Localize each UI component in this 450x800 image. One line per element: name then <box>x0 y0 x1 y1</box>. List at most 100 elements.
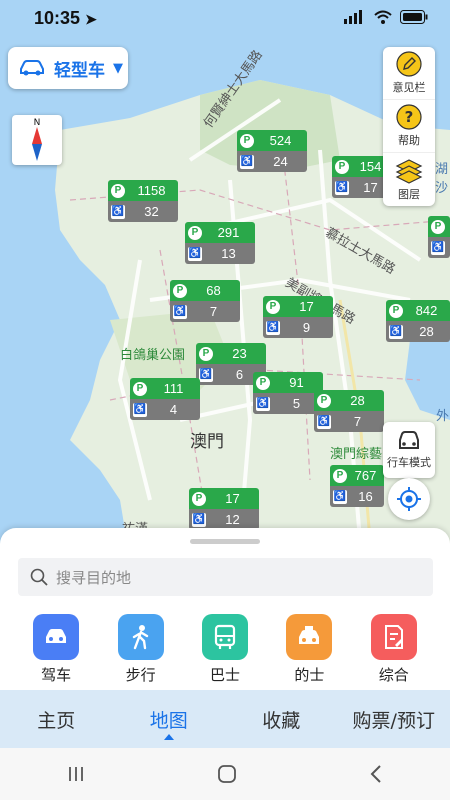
accessible-spaces: 7 <box>353 414 362 429</box>
mode-drive[interactable]: 驾车 <box>26 614 86 685</box>
park-label: 白鴿巢公園 <box>120 348 186 363</box>
parking-spaces: 111 <box>163 381 184 396</box>
accessible-spaces: 9 <box>302 320 311 335</box>
accessible-spaces: 12 <box>225 512 240 527</box>
parking-marker[interactable]: P 68 ♿ 7 <box>170 280 240 322</box>
accessible-icon: ♿ <box>240 154 254 169</box>
parking-marker[interactable]: P 291 ♿ 13 <box>185 222 255 264</box>
parking-spaces: 91 <box>289 375 304 390</box>
parking-icon: P <box>111 183 125 198</box>
parking-icon: P <box>389 303 403 318</box>
layers-button[interactable]: 图层 <box>383 153 435 206</box>
accessible-icon: ♿ <box>256 396 270 411</box>
mode-walk[interactable]: 步行 <box>111 614 171 685</box>
car-icon <box>20 60 44 76</box>
locate-button[interactable] <box>388 478 430 520</box>
recent-apps-icon[interactable] <box>66 765 86 783</box>
chevron-down-icon: ▼ <box>113 60 123 76</box>
help-button[interactable]: ? 帮助 <box>383 100 435 153</box>
car-front-icon <box>399 431 419 449</box>
accessible-spaces: 7 <box>209 304 218 319</box>
back-icon[interactable] <box>368 764 384 784</box>
parking-marker[interactable]: P 17 ♿ 9 <box>263 296 333 338</box>
parking-spaces: 1158 <box>137 183 166 198</box>
parking-icon: P <box>431 219 445 234</box>
parking-marker[interactable]: P 767 ♿ 16 <box>330 465 384 507</box>
tab-home[interactable]: 主页 <box>0 690 113 748</box>
tab-tickets[interactable]: 购票/预订 <box>338 690 450 748</box>
location-arrow-icon: ➤ <box>85 11 97 27</box>
mode-bus[interactable]: 巴士 <box>195 614 255 685</box>
parking-marker[interactable]: P 111 ♿ 4 <box>130 378 200 420</box>
document-icon <box>370 614 417 660</box>
transport-modes: 驾车 步行 巴士 的士 综合 <box>0 614 450 685</box>
vehicle-type-label: 轻型车 <box>54 60 105 81</box>
edit-icon <box>396 51 422 77</box>
parking-icon: P <box>133 381 147 396</box>
parking-spaces: 23 <box>232 346 247 361</box>
parking-icon: P <box>256 375 270 390</box>
parking-marker[interactable]: P 17 ♿ 12 <box>189 488 259 530</box>
accessible-icon: ♿ <box>317 414 331 429</box>
accessible-icon: ♿ <box>133 402 147 417</box>
parking-icon: P <box>317 393 331 408</box>
accessible-spaces: 24 <box>273 154 288 169</box>
parking-marker[interactable]: P 524 ♿ 24 <box>237 130 307 172</box>
layers-icon <box>395 158 423 184</box>
taxi-icon <box>286 614 333 660</box>
signal-icon <box>344 10 362 24</box>
accessible-spaces: 16 <box>358 489 373 504</box>
mode-combined[interactable]: 综合 <box>364 614 424 685</box>
parking-icon: P <box>173 283 187 298</box>
sheet-drag-handle[interactable] <box>190 539 260 544</box>
area-label: 湖沙 <box>435 162 449 196</box>
tab-map[interactable]: 地图 <box>113 690 226 748</box>
bus-icon <box>201 614 248 660</box>
parking-marker[interactable]: P ♿ <box>428 216 450 258</box>
parking-marker[interactable]: P 842 ♿ 28 <box>386 300 450 342</box>
parking-icon: P <box>240 133 254 148</box>
parking-marker[interactable]: P 28 ♿ 7 <box>314 390 384 432</box>
parking-icon: P <box>192 491 206 506</box>
city-label: 澳門 <box>190 432 224 452</box>
home-icon[interactable] <box>217 764 237 784</box>
accessible-icon: ♿ <box>389 324 403 339</box>
parking-spaces: 767 <box>354 468 377 483</box>
parking-marker[interactable]: P 1158 ♿ 32 <box>108 180 178 222</box>
parking-spaces: 68 <box>206 283 221 298</box>
search-input[interactable]: 搜寻目的地 <box>18 558 433 596</box>
system-nav-bar <box>0 748 450 800</box>
tab-favorites[interactable]: 收藏 <box>225 690 338 748</box>
accessible-spaces: 4 <box>169 402 178 417</box>
feedback-button[interactable]: 意见栏 <box>383 47 435 100</box>
bottom-sheet: 搜寻目的地 驾车 步行 巴士 的士 综合 <box>0 528 450 690</box>
status-time: 10:35 ➤ <box>34 8 97 28</box>
search-placeholder: 搜寻目的地 <box>56 568 132 587</box>
status-bar: 10:35 ➤ <box>0 0 450 36</box>
compass-button[interactable]: N <box>12 115 62 165</box>
parking-spaces: 17 <box>225 491 240 506</box>
wifi-icon <box>374 10 392 24</box>
tab-label: 收藏 <box>262 709 301 732</box>
drive-mode-button[interactable]: 行车模式 <box>383 422 435 478</box>
help-label: 帮助 <box>398 134 420 147</box>
vehicle-type-select[interactable]: 轻型车 ▼ <box>8 47 128 89</box>
accessible-icon: ♿ <box>266 320 280 335</box>
area-label: 澳門綜藝 <box>330 447 383 462</box>
accessible-icon: ♿ <box>431 240 445 255</box>
status-icons <box>344 10 428 24</box>
area-label: 外 <box>436 409 450 424</box>
crosshair-icon <box>397 487 421 511</box>
accessible-icon: ♿ <box>173 304 187 319</box>
search-icon <box>30 568 48 586</box>
bottom-tab-bar: 主页 地图 收藏 购票/预订 <box>0 690 450 748</box>
parking-icon: P <box>333 468 347 483</box>
parking-spaces: 291 <box>217 225 240 240</box>
layers-label: 图层 <box>398 187 420 201</box>
mode-label: 的士 <box>294 666 325 684</box>
accessible-icon: ♿ <box>335 180 349 195</box>
parking-spaces: 524 <box>269 133 292 148</box>
mode-taxi[interactable]: 的士 <box>279 614 339 685</box>
parking-marker[interactable]: P 91 ♿ 5 <box>253 372 323 414</box>
drive-mode-label: 行车模式 <box>387 456 431 469</box>
